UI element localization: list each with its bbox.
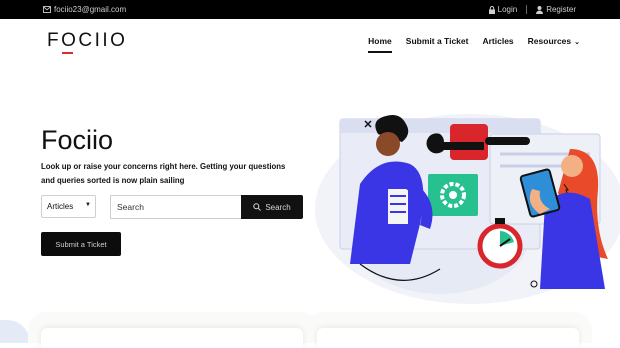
category-select[interactable]: Articles ▼ — [41, 195, 96, 218]
login-link[interactable]: Login — [488, 5, 518, 14]
chevron-down-icon: ⌄ — [574, 39, 580, 46]
top-bar: fociio23@gmail.com Login Register — [0, 0, 620, 19]
stopwatch-top — [495, 218, 505, 224]
search-button[interactable]: Search — [241, 195, 303, 219]
feature-card[interactable] — [317, 328, 579, 348]
man-head — [376, 132, 400, 156]
hero-title: Fociio — [41, 125, 114, 155]
main-nav: Home Submit a Ticket Articles Resources ⌄ — [368, 36, 580, 53]
hero-section: Fociio Look up or raise your concerns ri… — [0, 64, 620, 343]
caret-down-icon: ▼ — [85, 202, 91, 208]
nav-articles[interactable]: Articles — [482, 36, 513, 46]
feature-card[interactable] — [41, 328, 303, 348]
search-button-label: Search — [265, 202, 291, 212]
nav-home[interactable]: Home — [368, 36, 392, 53]
register-link[interactable]: Register — [536, 5, 576, 14]
nav-submit-ticket-label: Submit a Ticket — [405, 36, 469, 46]
woman-head — [561, 155, 583, 177]
man-pocket — [388, 189, 408, 224]
nav-articles-label: Articles — [482, 36, 514, 46]
user-icon — [536, 5, 544, 14]
category-select-value: Articles — [47, 202, 74, 211]
logo-text: FOCIIO — [47, 30, 128, 51]
nav-resources[interactable]: Resources ⌄ — [528, 36, 580, 46]
nav-home-label: Home — [368, 36, 392, 46]
envelope-icon — [43, 6, 51, 13]
site-header: FOCIIO Home Submit a Ticket Articles Res… — [0, 19, 620, 64]
search-input[interactable] — [110, 195, 242, 219]
submit-ticket-label: Submit a Ticket — [55, 239, 107, 249]
contact-email[interactable]: fociio23@gmail.com — [43, 5, 126, 14]
search-icon — [253, 203, 262, 211]
divider — [526, 5, 528, 14]
support-illustration — [315, 114, 620, 304]
logo-underline — [62, 52, 73, 54]
lock-icon — [488, 5, 495, 14]
wrench-handle — [485, 137, 530, 145]
nav-submit-ticket[interactable]: Submit a Ticket — [406, 36, 469, 46]
email-text: fociio23@gmail.com — [54, 5, 127, 14]
submit-ticket-button[interactable]: Submit a Ticket — [41, 232, 121, 256]
feature-cards — [0, 312, 620, 348]
logo[interactable]: FOCIIO — [47, 30, 128, 54]
nav-resources-label: Resources — [527, 36, 572, 46]
hero-subtitle: Look up or raise your concerns right her… — [41, 162, 286, 185]
login-label: Login — [497, 5, 518, 14]
gear-center — [449, 191, 457, 199]
register-label: Register — [546, 5, 576, 14]
